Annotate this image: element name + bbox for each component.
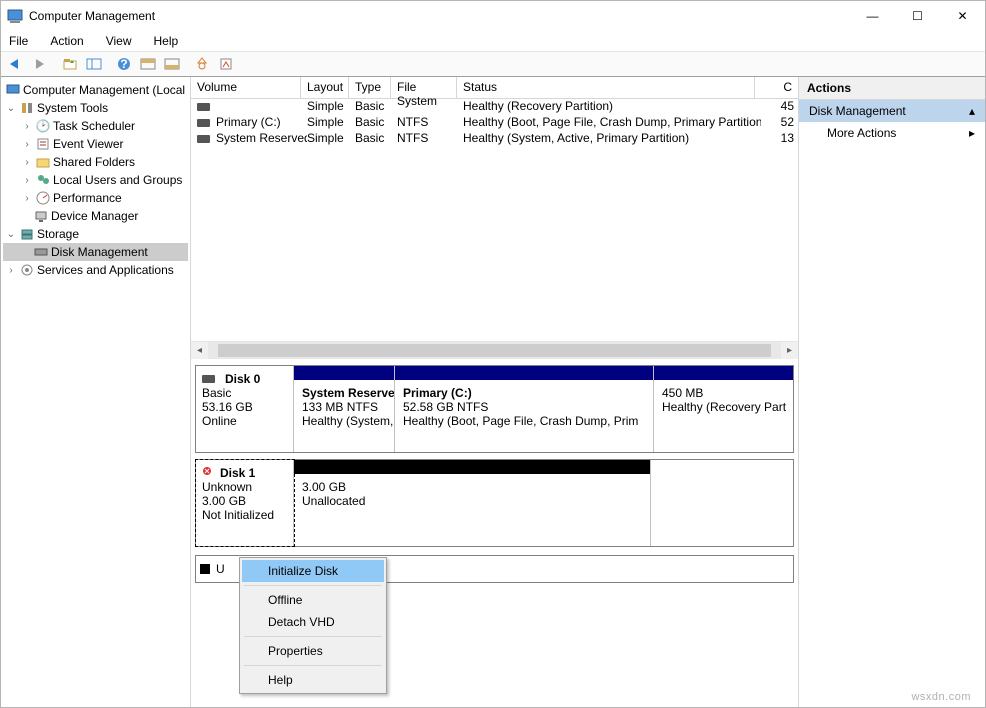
- ctx-initialize-disk[interactable]: Initialize Disk: [242, 560, 384, 582]
- disk-icon: [202, 375, 215, 383]
- drive-icon: [197, 135, 210, 143]
- tree-system-tools[interactable]: ⌄ System Tools: [3, 99, 188, 117]
- maximize-button[interactable]: ☐: [895, 1, 940, 31]
- event-icon: [35, 136, 51, 152]
- legend-swatch: [200, 564, 210, 574]
- menu-action[interactable]: Action: [46, 32, 87, 50]
- tree-local-users[interactable]: ›Local Users and Groups: [3, 171, 188, 189]
- toolbar: ?: [1, 51, 985, 77]
- col-type[interactable]: Type: [349, 77, 391, 98]
- tree-performance[interactable]: ›Performance: [3, 189, 188, 207]
- hscrollbar[interactable]: ◂ ▸: [191, 341, 798, 358]
- perf-icon: [35, 190, 51, 206]
- col-capacity[interactable]: C: [755, 77, 798, 98]
- app-icon: [7, 8, 23, 24]
- tree-root[interactable]: Computer Management (Local: [3, 81, 188, 99]
- ctx-offline[interactable]: Offline: [242, 589, 384, 611]
- minimize-button[interactable]: —: [850, 1, 895, 31]
- col-filesystem[interactable]: File System: [391, 77, 457, 98]
- collapse-icon[interactable]: ⌄: [5, 103, 17, 114]
- volume-header: Volume Layout Type File System Status C: [191, 77, 798, 99]
- device-icon: [33, 208, 49, 224]
- toolbar-props[interactable]: [215, 53, 237, 75]
- partition-unallocated[interactable]: 3.00 GBUnallocated: [294, 460, 650, 546]
- disk-0-info: Disk 0 Basic53.16 GBOnline: [196, 366, 294, 452]
- partition[interactable]: Primary (C:)52.58 GB NTFSHealthy (Boot, …: [394, 366, 653, 452]
- toolbar-back[interactable]: [5, 53, 27, 75]
- window-title: Computer Management: [29, 9, 850, 23]
- menu-view[interactable]: View: [102, 32, 136, 50]
- toolbar-forward[interactable]: [29, 53, 51, 75]
- error-disk-icon: [202, 466, 216, 480]
- folder-share-icon: [35, 154, 51, 170]
- scroll-thumb[interactable]: [218, 344, 771, 357]
- expand-icon[interactable]: ›: [5, 265, 17, 276]
- actions-header: Actions: [799, 77, 985, 100]
- services-icon: [19, 262, 35, 278]
- expand-icon[interactable]: ›: [21, 121, 33, 132]
- table-row[interactable]: Primary (C:) SimpleBasicNTFSHealthy (Boo…: [191, 115, 798, 131]
- toolbar-view-top[interactable]: [137, 53, 159, 75]
- scroll-right-button[interactable]: ▸: [781, 342, 798, 359]
- actions-disk-management[interactable]: Disk Management ▴: [799, 100, 985, 122]
- disk-0-block[interactable]: Disk 0 Basic53.16 GBOnline System Reserv…: [195, 365, 794, 453]
- context-menu: Initialize Disk Offline Detach VHD Prope…: [239, 557, 387, 694]
- tree-storage[interactable]: ⌄Storage: [3, 225, 188, 243]
- titlebar: Computer Management — ☐ ✕: [1, 1, 985, 31]
- expand-icon[interactable]: ›: [21, 193, 33, 204]
- actions-pane: Actions Disk Management ▴ More Actions ▸: [799, 77, 985, 707]
- col-volume[interactable]: Volume: [191, 77, 301, 98]
- tree-shared-folders[interactable]: ›Shared Folders: [3, 153, 188, 171]
- tools-icon: [19, 100, 35, 116]
- partition[interactable]: 450 MBHealthy (Recovery Part: [653, 366, 793, 452]
- table-row[interactable]: SimpleBasicHealthy (Recovery Partition)4…: [191, 99, 798, 115]
- scroll-left-button[interactable]: ◂: [191, 342, 208, 359]
- computer-icon: [5, 82, 21, 98]
- drive-icon: [197, 103, 210, 111]
- toolbar-refresh[interactable]: [191, 53, 213, 75]
- toolbar-showhide[interactable]: [83, 53, 105, 75]
- partition[interactable]: System Reserved133 MB NTFSHealthy (Syste…: [294, 366, 394, 452]
- col-layout[interactable]: Layout: [301, 77, 349, 98]
- legend-label: U: [216, 562, 225, 576]
- clock-icon: 🕑: [35, 118, 51, 134]
- watermark: wsxdn.com: [911, 691, 971, 703]
- disk-icon: [33, 244, 49, 260]
- navigation-tree: Computer Management (Local ⌄ System Tool…: [1, 77, 191, 707]
- drive-icon: [197, 119, 210, 127]
- menu-file[interactable]: File: [5, 32, 32, 50]
- partition-empty: [650, 460, 793, 546]
- tree-disk-management[interactable]: Disk Management: [3, 243, 188, 261]
- tree-device-manager[interactable]: Device Manager: [3, 207, 188, 225]
- collapse-icon[interactable]: ⌄: [5, 229, 17, 240]
- disk-1-block[interactable]: Disk 1 Unknown3.00 GBNot Initialized 3.0…: [195, 459, 794, 547]
- expand-icon[interactable]: ›: [21, 139, 33, 150]
- svg-text:?: ?: [120, 57, 127, 71]
- menu-help[interactable]: Help: [150, 32, 183, 50]
- ctx-help[interactable]: Help: [242, 669, 384, 691]
- storage-icon: [19, 226, 35, 242]
- submenu-icon: ▸: [969, 126, 975, 140]
- volume-list: Volume Layout Type File System Status C …: [191, 77, 798, 359]
- toolbar-up[interactable]: [59, 53, 81, 75]
- close-button[interactable]: ✕: [940, 1, 985, 31]
- toolbar-view-bottom[interactable]: [161, 53, 183, 75]
- tree-event-viewer[interactable]: ›Event Viewer: [3, 135, 188, 153]
- tree-task-scheduler[interactable]: ›🕑Task Scheduler: [3, 117, 188, 135]
- actions-more[interactable]: More Actions ▸: [799, 122, 985, 144]
- tree-services[interactable]: ›Services and Applications: [3, 261, 188, 279]
- col-status[interactable]: Status: [457, 77, 755, 98]
- toolbar-help[interactable]: ?: [113, 53, 135, 75]
- table-row[interactable]: System Reserved SimpleBasicNTFSHealthy (…: [191, 131, 798, 147]
- ctx-properties[interactable]: Properties: [242, 640, 384, 662]
- users-icon: [35, 172, 51, 188]
- disk-1-info[interactable]: Disk 1 Unknown3.00 GBNot Initialized: [196, 460, 294, 546]
- menubar: File Action View Help: [1, 31, 985, 51]
- expand-icon[interactable]: ›: [21, 157, 33, 168]
- expand-icon[interactable]: ›: [21, 175, 33, 186]
- collapse-icon: ▴: [969, 104, 975, 118]
- ctx-detach-vhd[interactable]: Detach VHD: [242, 611, 384, 633]
